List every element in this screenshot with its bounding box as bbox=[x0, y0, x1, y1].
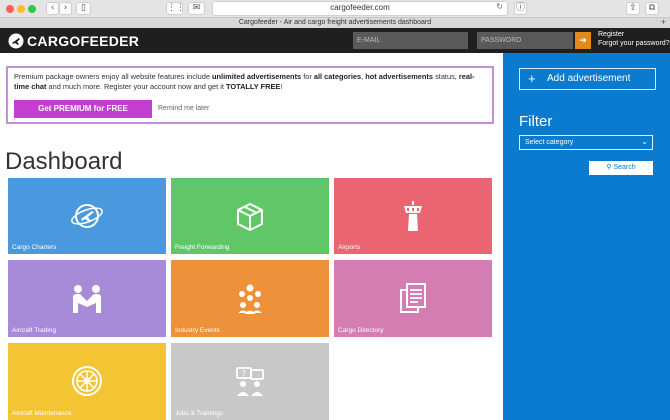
tile-label: Airports bbox=[338, 244, 361, 251]
category-select[interactable]: Select category ⌄ bbox=[519, 135, 653, 150]
box-icon bbox=[237, 202, 263, 232]
plane-globe-icon bbox=[71, 204, 103, 228]
job-icon: ? bbox=[236, 367, 264, 396]
people-group-icon bbox=[238, 284, 262, 314]
tile-freight-forwarding[interactable]: Freight Forwarding bbox=[171, 178, 329, 254]
login-button[interactable]: ➜ bbox=[575, 32, 591, 49]
tile-cargo-directory[interactable]: Cargo Directory bbox=[334, 260, 492, 337]
new-tab-icon[interactable]: + bbox=[661, 17, 666, 27]
category-select-value: Select category bbox=[525, 139, 574, 146]
register-link[interactable]: Register bbox=[598, 31, 624, 38]
remind-later-link[interactable]: Remind me later bbox=[158, 105, 209, 112]
site-header: CARGOFEEDER E-MAIL PASSWORD ➜ Register F… bbox=[0, 28, 670, 53]
page-title: Dashboard bbox=[5, 148, 123, 175]
documents-icon bbox=[400, 283, 426, 313]
filter-title: Filter bbox=[519, 113, 553, 130]
mail-icon[interactable]: ✉ bbox=[188, 2, 205, 15]
forgot-password-link[interactable]: Forgot your password? bbox=[598, 40, 670, 47]
search-icon: ⚲ bbox=[606, 164, 612, 171]
forward-icon[interactable]: › bbox=[59, 2, 72, 15]
info-icon[interactable]: ⓘ bbox=[514, 2, 527, 15]
tabs-icon[interactable]: ⧉ bbox=[645, 2, 659, 15]
sidebar: + Add advertisement Filter Select catego… bbox=[503, 53, 670, 420]
tab-bar: Cargofeeder - Air and cargo freight adve… bbox=[0, 17, 670, 28]
tile-cargo-charters[interactable]: Cargo Charters bbox=[8, 178, 166, 254]
plus-icon: + bbox=[528, 71, 536, 86]
browser-toolbar: ‹ › ▯ ⋮⋮ ✉ cargofeeder.com ↻ ⓘ ⇧ ⧉ Cargo… bbox=[0, 0, 670, 28]
tile-label: Freight Forwarding bbox=[175, 244, 230, 251]
tile-label: Cargo Charters bbox=[12, 244, 57, 251]
handshake-icon bbox=[73, 285, 101, 313]
search-button[interactable]: ⚲ Search bbox=[589, 161, 653, 175]
tile-label: Cargo Directory bbox=[338, 327, 384, 334]
reload-icon[interactable]: ↻ bbox=[496, 2, 503, 11]
add-advertisement-label: Add advertisement bbox=[547, 73, 631, 84]
minimize-window-button[interactable] bbox=[17, 5, 25, 13]
chevron-down-icon: ⌄ bbox=[641, 137, 648, 146]
tile-label: Aircraft Trading bbox=[12, 327, 57, 334]
url-text: cargofeeder.com bbox=[330, 3, 390, 12]
close-window-button[interactable] bbox=[6, 5, 14, 13]
logo-text: CARGOFEEDER bbox=[27, 32, 140, 49]
engine-icon bbox=[72, 366, 102, 396]
back-icon[interactable]: ‹ bbox=[46, 2, 59, 15]
add-advertisement-button[interactable]: + Add advertisement bbox=[519, 68, 656, 90]
tile-label: Aircraft Maintenance bbox=[12, 410, 72, 417]
tile-label: Industry Events bbox=[175, 327, 220, 334]
promo-text: Premium package owners enjoy all website… bbox=[14, 72, 475, 91]
tile-jobs-trainings[interactable]: ? Jobs & Trainings bbox=[171, 343, 329, 420]
tile-airports[interactable]: Airports bbox=[334, 178, 492, 254]
share-icon[interactable]: ⇧ bbox=[626, 2, 640, 15]
search-label: Search bbox=[613, 164, 636, 171]
tab-title[interactable]: Cargofeeder - Air and cargo freight adve… bbox=[0, 18, 670, 28]
logo-mark-icon bbox=[8, 33, 24, 48]
tile-industry-events[interactable]: Industry Events bbox=[171, 260, 329, 337]
tile-aircraft-maintenance[interactable]: Aircraft Maintenance bbox=[8, 343, 166, 420]
grid-icon[interactable]: ⋮⋮ bbox=[166, 2, 185, 15]
svg-text:?: ? bbox=[242, 369, 246, 378]
tile-aircraft-trading[interactable]: Aircraft Trading bbox=[8, 260, 166, 337]
get-premium-button[interactable]: Get PREMIUM for FREE bbox=[14, 100, 152, 118]
address-bar[interactable]: cargofeeder.com ↻ bbox=[212, 1, 508, 16]
password-input[interactable]: PASSWORD bbox=[477, 32, 573, 49]
email-input[interactable]: E-MAIL bbox=[353, 32, 468, 49]
logo[interactable]: CARGOFEEDER bbox=[8, 32, 139, 49]
zoom-window-button[interactable] bbox=[28, 5, 36, 13]
premium-promo: Premium package owners enjoy all website… bbox=[6, 66, 494, 124]
tile-label: Jobs & Trainings bbox=[175, 410, 224, 417]
sidebar-icon[interactable]: ▯ bbox=[76, 2, 91, 15]
login-arrow-icon: ➜ bbox=[579, 35, 587, 45]
control-tower-icon bbox=[404, 201, 422, 231]
